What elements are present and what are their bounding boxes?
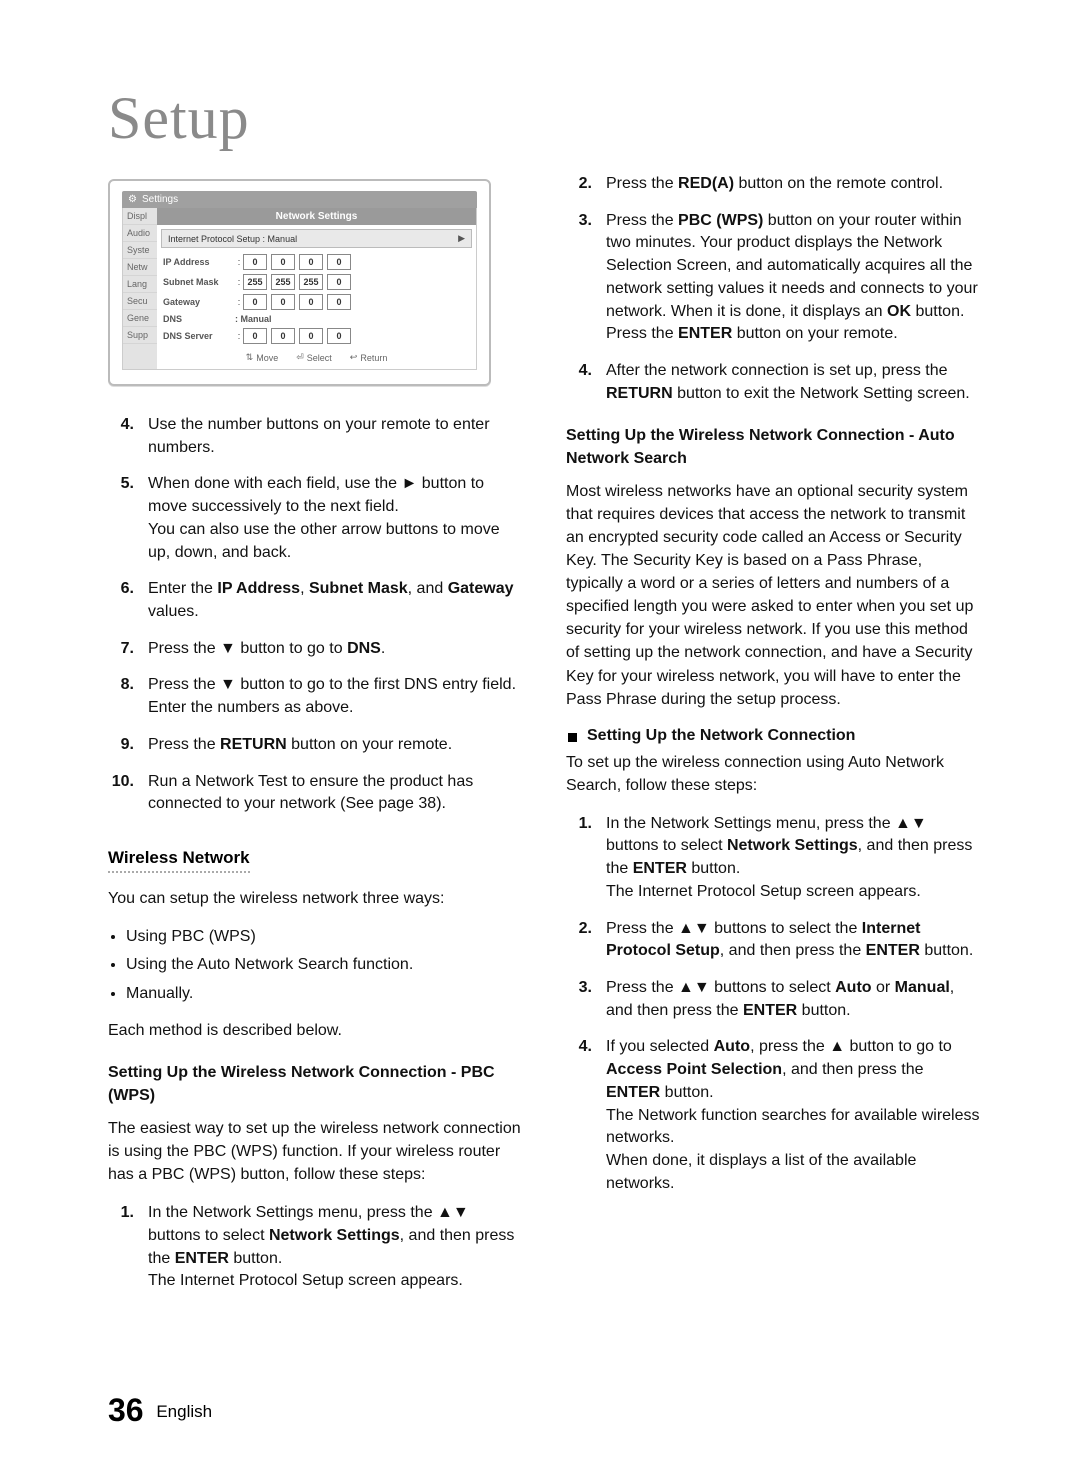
step: 4. After the network connection is set u… (566, 360, 980, 405)
pbc-steps-continued: 2. Press the RED(A) button on the remote… (566, 173, 980, 405)
enter-icon: ⏎ (296, 352, 304, 363)
page-title: Setup (108, 84, 980, 153)
ip-cell: 0 (271, 294, 295, 310)
manual-steps: 4.Use the number buttons on your remote … (108, 414, 522, 816)
sidebar-item: Netw (123, 259, 157, 276)
field-label: Subnet Mask (163, 277, 235, 287)
tv-body: Displ Audio Syste Netw Lang Secu Gene Su… (122, 208, 477, 370)
ip-cell: 0 (243, 328, 267, 344)
field-label: DNS (163, 314, 235, 324)
ip-cell: 0 (299, 294, 323, 310)
pbc-steps: 1. In the Network Settings menu, press t… (108, 1202, 522, 1293)
sidebar-item: Gene (123, 310, 157, 327)
tv-header: ⚙ Settings (122, 191, 477, 208)
page-footer: 36 English (108, 1392, 212, 1429)
tv-footer: ⇅Move ⏎Select ↩Return (157, 352, 476, 363)
ip-cell: 255 (243, 274, 267, 290)
bullet: Using the Auto Network Search function. (126, 954, 522, 976)
wireless-after: Each method is described below. (108, 1019, 522, 1042)
auto-paragraph: Most wireless networks have an optional … (566, 480, 980, 710)
gear-icon: ⚙ (128, 194, 137, 205)
settings-label: Settings (142, 194, 178, 205)
right-column: 2. Press the RED(A) button on the remote… (566, 173, 980, 1307)
updown-icon: ⇅ (246, 352, 254, 363)
tv-main: Network Settings Internet Protocol Setup… (157, 208, 476, 369)
sidebar-item: Displ (123, 208, 157, 225)
ip-cell: 0 (327, 294, 351, 310)
return-hint: ↩Return (350, 352, 388, 363)
step: 7. Press the ▼ button to go to DNS. (108, 638, 522, 661)
auto-steps: 1. In the Network Settings menu, press t… (566, 813, 980, 1196)
subnet-row: Subnet Mask: 255 255 255 0 (163, 274, 470, 290)
left-column: ⚙ Settings Displ Audio Syste Netw Lang S… (108, 173, 522, 1307)
step: 6. Enter the IP Address, Subnet Mask, an… (108, 578, 522, 623)
move-hint: ⇅Move (246, 352, 279, 363)
step: 8.Press the ▼ button to go to the first … (108, 674, 522, 719)
tv-panel-title: Network Settings (157, 208, 476, 225)
step: 5. When done with each field, use the ► … (108, 473, 522, 564)
field-label: DNS Server (163, 331, 235, 341)
select-hint: ⏎Select (296, 352, 332, 363)
tv-sidebar: Displ Audio Syste Netw Lang Secu Gene Su… (123, 208, 157, 369)
step: 4.Use the number buttons on your remote … (108, 414, 522, 459)
pbc-intro: The easiest way to set up the wireless n… (108, 1117, 522, 1186)
ip-cell: 0 (327, 274, 351, 290)
step: 2. Press the RED(A) button on the remote… (566, 173, 980, 196)
ip-cell: 255 (299, 274, 323, 290)
step: 1. In the Network Settings menu, press t… (566, 813, 980, 904)
auto-heading: Setting Up the Wireless Network Connecti… (566, 425, 980, 470)
sidebar-item: Supp (123, 327, 157, 344)
chevron-right-icon: ▶ (458, 233, 465, 244)
square-icon (568, 733, 577, 742)
sidebar-item: Secu (123, 293, 157, 310)
dns-server-row: DNS Server: 0 0 0 0 (163, 328, 470, 344)
step: 4. If you selected Auto, press the ▲ but… (566, 1036, 980, 1195)
wireless-bullets: Using PBC (WPS) Using the Auto Network S… (126, 926, 522, 1005)
bullet: Manually. (126, 983, 522, 1005)
ip-address-row: IP Address: 0 0 0 0 (163, 254, 470, 270)
page-number: 36 (108, 1392, 144, 1428)
pbc-heading: Setting Up the Wireless Network Connecti… (108, 1062, 522, 1107)
sidebar-item: Syste (123, 242, 157, 259)
page-lang: English (156, 1402, 212, 1421)
wireless-intro: You can setup the wireless network three… (108, 887, 522, 910)
auto-intro: To set up the wireless connection using … (566, 751, 980, 797)
tv-screenshot: ⚙ Settings Displ Audio Syste Netw Lang S… (108, 179, 491, 386)
ip-cell: 0 (327, 254, 351, 270)
tv-fields: IP Address: 0 0 0 0 Subnet Mask: (163, 254, 470, 344)
step: 9. Press the RETURN button on your remot… (108, 734, 522, 757)
bullet: Using PBC (WPS) (126, 926, 522, 948)
ip-cell: 255 (271, 274, 295, 290)
return-icon: ↩ (350, 352, 358, 363)
ip-cell: 0 (271, 328, 295, 344)
field-value: : Manual (235, 314, 272, 324)
square-heading: Setting Up the Network Connection (568, 727, 980, 745)
dns-row: DNS : Manual (163, 314, 470, 324)
ip-cell: 0 (243, 254, 267, 270)
step: 2. Press the ▲▼ buttons to select the In… (566, 918, 980, 963)
ip-cell: 0 (299, 328, 323, 344)
sidebar-item: Audio (123, 225, 157, 242)
sidebar-item: Lang (123, 276, 157, 293)
ip-cell: 0 (271, 254, 295, 270)
step: 1. In the Network Settings menu, press t… (108, 1202, 522, 1293)
gateway-row: Gateway: 0 0 0 0 (163, 294, 470, 310)
protocol-setup-label: Internet Protocol Setup : Manual (168, 234, 297, 244)
ip-cell: 0 (243, 294, 267, 310)
step: 10.Run a Network Test to ensure the prod… (108, 771, 522, 816)
ip-cell: 0 (299, 254, 323, 270)
field-label: IP Address (163, 257, 235, 267)
step: 3. Press the ▲▼ buttons to select Auto o… (566, 977, 980, 1022)
two-column-layout: ⚙ Settings Displ Audio Syste Netw Lang S… (108, 173, 980, 1307)
ip-cell: 0 (327, 328, 351, 344)
field-label: Gateway (163, 297, 235, 307)
protocol-setup-row: Internet Protocol Setup : Manual ▶ (161, 229, 472, 248)
step: 3. Press the PBC (WPS) button on your ro… (566, 210, 980, 346)
page: Setup ⚙ Settings Displ Audio Syste Netw … (0, 0, 1080, 1381)
wireless-heading: Wireless Network (108, 848, 250, 873)
